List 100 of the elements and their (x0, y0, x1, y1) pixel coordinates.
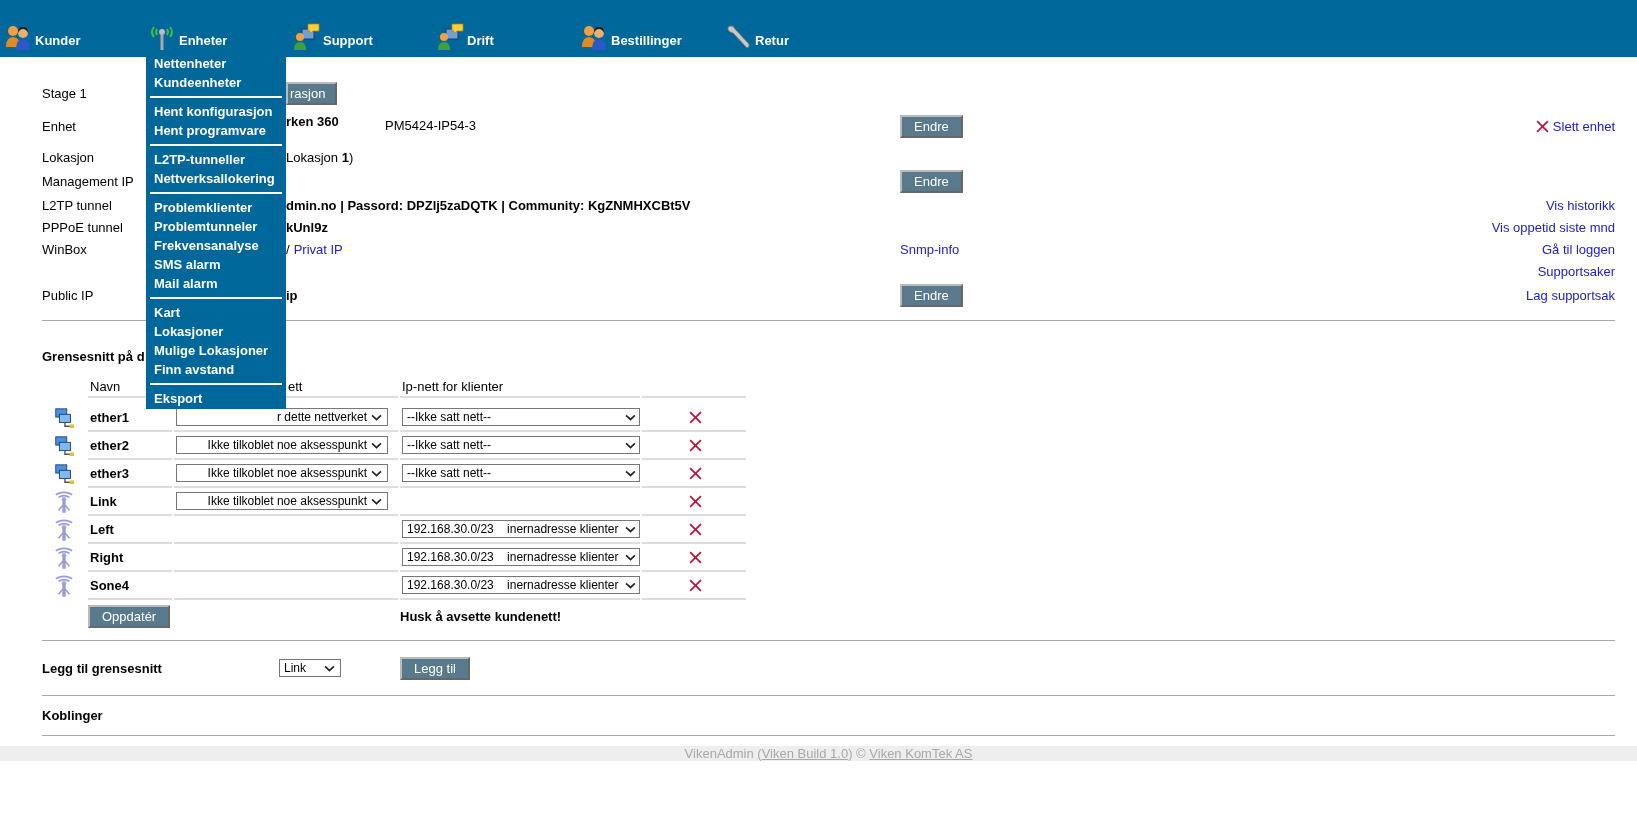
chevron-icon (625, 581, 636, 589)
interface-name: Link (90, 493, 117, 509)
menu-item[interactable]: Lokasjoner (146, 322, 286, 341)
menu-item[interactable]: Problemtunneler (146, 217, 286, 236)
menu-item[interactable]: L2TP-tunneller (146, 150, 286, 169)
column-header: Ip-nett for klienter (402, 378, 504, 394)
action-link[interactable]: Vis historikk (1545, 197, 1615, 213)
interface-name: ether3 (90, 465, 130, 481)
private-ip-link[interactable]: Privat IP (293, 241, 343, 257)
network-dropdown[interactable]: Ikke tilkoblet noe aksesspunkt (176, 464, 388, 482)
nav-link[interactable]: Retur (724, 23, 868, 48)
action-link[interactable]: Vis oppetid siste mnd (1491, 219, 1615, 235)
antenna-icon (53, 547, 75, 569)
update-button[interactable]: Oppdatér (88, 604, 171, 628)
network-computer-icon (53, 463, 75, 485)
antenna-icon (53, 491, 75, 513)
chevron-icon (625, 413, 636, 421)
field-value: Lokasjon 1) (286, 149, 354, 165)
snmp-link[interactable]: Snmp-info (900, 241, 960, 257)
action-link[interactable]: Slett enhet (1552, 118, 1615, 134)
action-link[interactable]: Supportsaker (1537, 263, 1615, 279)
antenna-icon (53, 575, 75, 597)
menu-item[interactable]: Mail alarm (146, 274, 286, 293)
chevron-icon (625, 525, 636, 533)
chevron-icon (371, 469, 382, 477)
section-title: Koblinger (42, 708, 103, 723)
nav-link[interactable]: Kunder (4, 23, 148, 48)
nav-link[interactable]: Bestillinger (580, 23, 724, 48)
menu-item[interactable]: Hent konfigurasjon (146, 102, 286, 121)
menu-item[interactable]: Kart (146, 303, 286, 322)
interface-name: Right (90, 549, 124, 565)
antenna-icon (53, 519, 75, 541)
interface-type-dropdown[interactable]: Link (279, 659, 341, 677)
field-label: WinBox (42, 241, 87, 257)
interface-name: ether2 (90, 437, 130, 453)
chevron-icon (371, 441, 382, 449)
interface-name: ether1 (90, 409, 130, 425)
wrench-icon (724, 23, 752, 51)
network-dropdown[interactable]: Ikke tilkoblet noe aksesspunkt (176, 436, 388, 454)
nav-link[interactable]: Enheter (148, 23, 292, 48)
delete-icon[interactable] (688, 550, 702, 564)
delete-icon[interactable] (688, 438, 702, 452)
delete-icon[interactable] (688, 578, 702, 592)
chevron-icon (324, 664, 335, 672)
client-network-dropdown[interactable]: 192.168.30.0/23 inernadresse klienter (402, 548, 640, 566)
network-dropdown[interactable]: r dette nettverket (176, 408, 388, 426)
chevron-icon (371, 413, 382, 421)
delete-icon[interactable] (688, 410, 702, 424)
people-icon (4, 23, 32, 51)
menu-item[interactable]: SMS alarm (146, 255, 286, 274)
delete-icon[interactable] (688, 494, 702, 508)
delete-icon[interactable] (688, 522, 702, 536)
chevron-icon (371, 497, 382, 505)
field-value: dmin.no | Passord: DPZlj5zaDQTK | Community: KgZNMHXCBt5V (286, 197, 691, 213)
nav-link[interactable]: Drift (436, 23, 580, 48)
chevron-icon (625, 441, 636, 449)
client-network-dropdown[interactable]: 192.168.30.0/23 inernadresse klienter (402, 520, 640, 538)
edit-button[interactable]: Endre (900, 283, 963, 307)
client-network-dropdown[interactable]: --Ikke satt nett-- (402, 436, 640, 454)
network-computer-icon (53, 435, 75, 457)
chevron-icon (625, 553, 636, 561)
client-network-dropdown[interactable]: --Ikke satt nett-- (402, 464, 640, 482)
edit-button[interactable]: Endre (900, 114, 963, 138)
menu-item[interactable]: Eksport (146, 389, 286, 408)
delete-icon[interactable] (1535, 119, 1549, 133)
network-computer-icon (53, 407, 75, 429)
interface-name: Sone4 (90, 577, 129, 593)
field-label: Enhet (42, 118, 76, 134)
column-header: ett (288, 378, 303, 394)
section-title: Legg til grensesnitt (42, 660, 163, 676)
menu-item[interactable]: Hent programvare (146, 121, 286, 140)
network-dropdown[interactable]: Ikke tilkoblet noe aksesspunkt (176, 492, 388, 510)
action-link[interactable]: Lag supportsak (1526, 287, 1615, 303)
field-label: PPPoE tunnel (42, 219, 123, 235)
field-label: Management IP (42, 173, 134, 189)
delete-icon[interactable] (688, 466, 702, 480)
menu-item[interactable]: Kundeenheter (146, 73, 286, 92)
menu-item[interactable]: Mulige Lokasjoner (146, 341, 286, 360)
footer-text: VikenAdmin (Viken Build 1.0) © Viken KomTek AS (683, 746, 973, 761)
client-network-dropdown[interactable]: 192.168.30.0/23 inernadresse klienter (402, 576, 640, 594)
action-link[interactable]: Gå til loggen (1542, 241, 1615, 257)
menu-item[interactable]: Nettverksallokering (146, 169, 286, 188)
field-label: Public IP (42, 287, 94, 303)
menu-item[interactable]: Finn avstand (146, 360, 286, 379)
field-value: kUnl9z (286, 219, 328, 235)
nav-link[interactable]: Support (292, 23, 436, 48)
configuration-button[interactable]: rasjon (286, 81, 338, 105)
field-label: L2TP tunnel (42, 197, 112, 213)
reminder-text: Husk å avsette kundenett! (400, 608, 562, 624)
menu-item[interactable]: Frekvensanalyse (146, 236, 286, 255)
field-value: / (286, 241, 290, 257)
support-icon (436, 23, 464, 51)
client-network-dropdown[interactable]: --Ikke satt nett-- (402, 408, 640, 426)
column-header: Navn (90, 378, 121, 394)
edit-button[interactable]: Endre (900, 169, 963, 193)
add-button[interactable]: Legg til (400, 656, 470, 680)
menu-item[interactable]: Problemklienter (146, 198, 286, 217)
menu-item[interactable]: Nettenheter (146, 54, 286, 73)
section-title: Grensesnitt på d (42, 349, 145, 364)
people-icon (580, 23, 608, 51)
